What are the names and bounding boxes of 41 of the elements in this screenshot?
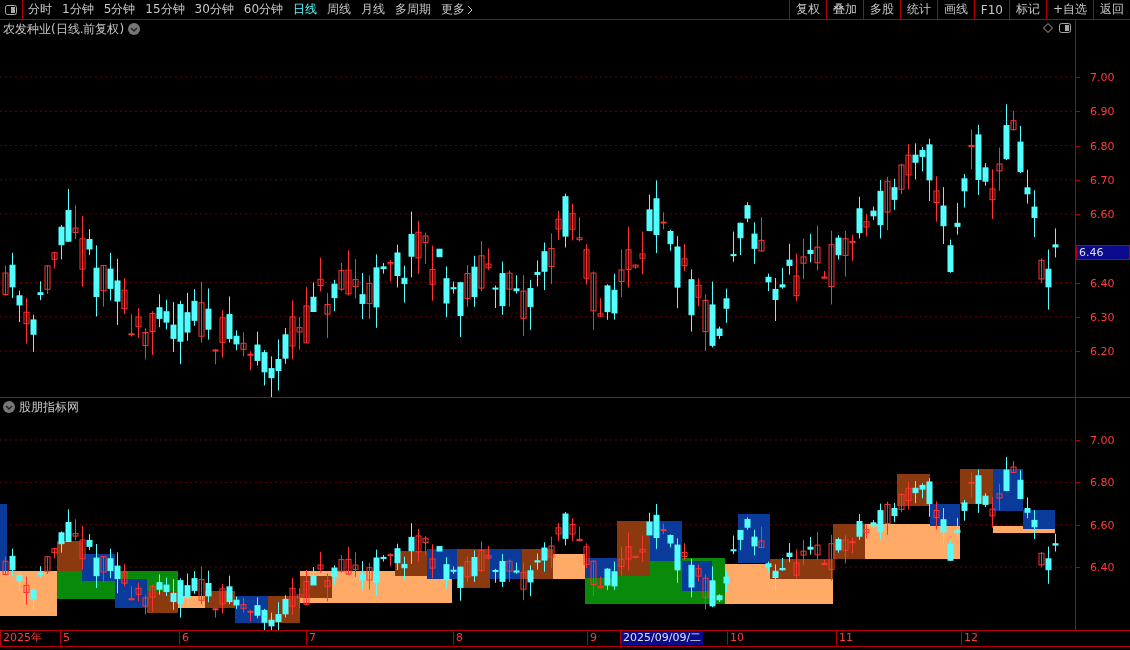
axis-label: 6.80: [1090, 139, 1115, 152]
period-tab[interactable]: 日线: [288, 1, 323, 18]
chart-title: 农发种业(日线.前复权): [3, 20, 125, 38]
period-tab[interactable]: 周线: [322, 1, 357, 18]
date-label: 9: [587, 631, 599, 645]
axis-label: 6.40: [1090, 276, 1115, 289]
indicator-title: 股朋指标网: [19, 398, 79, 416]
price-tag: 6.46: [1076, 245, 1130, 260]
period-tab[interactable]: 更多: [436, 1, 479, 18]
date-label: 2025/09/09/二: [620, 631, 704, 645]
diamond-icon[interactable]: [1043, 23, 1053, 33]
axis-label: 6.30: [1090, 310, 1115, 324]
period-tab[interactable]: 月线: [356, 1, 391, 18]
date-label: 10: [727, 631, 746, 645]
date-label: 7: [306, 631, 318, 645]
chevron-right-icon: [467, 4, 474, 15]
period-tab[interactable]: 5分钟: [98, 1, 141, 18]
date-label: 11: [836, 631, 855, 645]
axis-label: 6.70: [1090, 173, 1115, 187]
date-label: 2025年: [0, 631, 44, 645]
axis-label: 6.60: [1090, 207, 1115, 221]
dropdown-icon[interactable]: [3, 401, 15, 413]
date-label: 8: [453, 631, 465, 645]
axis-label: 6.90: [1090, 104, 1115, 118]
date-label: 5: [60, 631, 72, 645]
period-tab[interactable]: 60分钟: [238, 1, 289, 18]
axis-label: 6.80: [1090, 475, 1115, 489]
axis-label: 7.00: [1090, 433, 1115, 447]
date-label: 6: [179, 631, 191, 645]
period-tab[interactable]: 15分钟: [140, 1, 190, 18]
period-tab[interactable]: 分时: [23, 1, 57, 18]
dropdown-icon[interactable]: [128, 23, 141, 35]
period-tab[interactable]: 1分钟: [57, 1, 99, 18]
axis-label: 6.60: [1090, 518, 1115, 532]
axis-label: 7.00: [1090, 70, 1115, 84]
period-tab[interactable]: 30分钟: [189, 1, 239, 18]
axis-label: 6.20: [1090, 344, 1115, 358]
layout-toggle-icon[interactable]: [1059, 23, 1071, 33]
period-tab[interactable]: 多周期: [390, 1, 437, 18]
date-label: 12: [961, 631, 980, 645]
axis-label: 6.40: [1090, 560, 1115, 574]
